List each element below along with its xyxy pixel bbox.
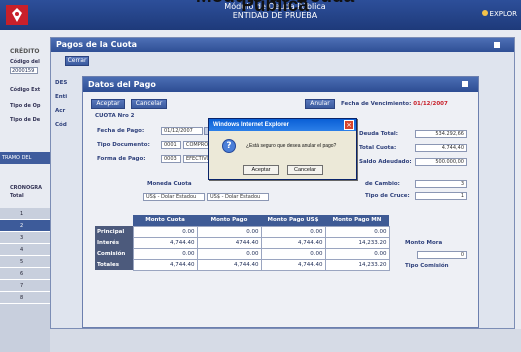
table-cell: 14,233.20 bbox=[324, 258, 390, 271]
moneda-cuota-select[interactable]: US$ - Dolar Estadou bbox=[143, 193, 205, 201]
app-title-overlay: Módulo de Deuda Pública bbox=[196, 0, 354, 16]
table-cell: 14,233.20 bbox=[324, 236, 390, 249]
fecha-pago-input[interactable]: 01/12/2007 bbox=[161, 127, 203, 135]
cronograma-label: CRONOGRA bbox=[10, 185, 43, 191]
acr-label: Acr bbox=[55, 108, 66, 114]
table-cell: 4,744.40 bbox=[132, 258, 198, 271]
user-icon bbox=[481, 10, 488, 16]
dialog-cancel-button[interactable]: Cancelar bbox=[287, 165, 323, 175]
table-row: Interés 4,744.40 4744.40 4,744.40 14,233… bbox=[95, 236, 390, 249]
fecha-vencimiento-label: Fecha de Vencimiento: 01/12/2007 bbox=[341, 101, 448, 107]
table-row: Principal 0.00 0.00 0.00 0.00 bbox=[95, 225, 390, 238]
total-cuota-label: Total Cuota: bbox=[359, 145, 397, 151]
row-label-principal: Principal bbox=[95, 226, 133, 237]
app-header: Módulo de Deuda Pública Módulo de Deuda … bbox=[0, 0, 521, 30]
grid-row[interactable]: 6 bbox=[0, 268, 50, 280]
saldo-adeudado-label: Saldo Adeudado: bbox=[359, 159, 412, 165]
table-row: Comisión 0.00 0.00 0.00 0.00 bbox=[95, 247, 390, 260]
table-cell: 0.00 bbox=[260, 225, 326, 238]
background-grid: 1 2 3 4 5 6 7 8 bbox=[0, 208, 50, 352]
dialog-title: Windows Internet Explorer bbox=[209, 119, 356, 131]
total-cuota-value: 4.744,40 bbox=[415, 144, 467, 152]
coat-of-arms-icon bbox=[6, 5, 28, 25]
tipo-documento-code[interactable]: 0001 bbox=[161, 141, 181, 149]
aceptar-button[interactable]: Aceptar bbox=[91, 99, 125, 109]
table-cell-input[interactable]: 0.00 bbox=[196, 247, 262, 260]
grid-row[interactable]: 3 bbox=[0, 232, 50, 244]
table-cell: 0.00 bbox=[260, 247, 326, 260]
codigo-input[interactable]: 2000159 bbox=[10, 67, 38, 74]
close-icon[interactable]: × bbox=[344, 120, 354, 130]
cancelar-button[interactable]: Cancelar bbox=[131, 99, 167, 109]
question-icon: ? bbox=[222, 139, 236, 153]
enti-label: Enti bbox=[55, 94, 68, 100]
grid-row[interactable]: 4 bbox=[0, 244, 50, 256]
cuota-label: CUOTA Nro 2 bbox=[95, 113, 135, 119]
user-label[interactable]: EXPLOR bbox=[481, 10, 517, 18]
cod-label: Cód bbox=[55, 122, 67, 128]
datos-window-title: Datos del Pago bbox=[83, 77, 478, 92]
table-cell: 4,744.40 bbox=[260, 258, 326, 271]
tipo-de-label: Tipo de De bbox=[10, 117, 41, 123]
cerrar-button[interactable]: Cerrar bbox=[65, 56, 89, 66]
moneda-pago-select[interactable]: US$ - Dolar Estadou bbox=[207, 193, 269, 201]
saldo-adeudado-value: 500.000,00 bbox=[415, 158, 467, 166]
deuda-total-label: Deuda Total: bbox=[359, 131, 398, 137]
pagos-close-icon[interactable] bbox=[494, 42, 500, 48]
credito-label: CRÉDITO bbox=[10, 48, 40, 55]
forma-pago-code[interactable]: 0003 bbox=[161, 155, 181, 163]
app-title: Módulo de Deuda Pública Módulo de Deuda … bbox=[160, 0, 390, 20]
dialog-accept-button[interactable]: Aceptar bbox=[243, 165, 279, 175]
table-cell: 0.00 bbox=[132, 225, 198, 238]
codigo-label: Código del bbox=[10, 59, 40, 65]
table-header: Monto Pago bbox=[197, 215, 261, 226]
table-corner bbox=[95, 215, 133, 226]
tipo-cruce-label: Tipo de Cruce: bbox=[365, 193, 410, 199]
tipo-cambio-input[interactable]: 3 bbox=[415, 180, 467, 188]
table-header: Monto Pago MN bbox=[325, 215, 389, 226]
tipo-documento-label: Tipo Documento: bbox=[97, 142, 150, 148]
datos-pago-window: Datos del Pago Aceptar Cancelar Anular F… bbox=[82, 76, 479, 328]
codigo-ext-label: Código Ext bbox=[10, 87, 41, 93]
grid-row[interactable]: 7 bbox=[0, 280, 50, 292]
grid-row[interactable]: 1 bbox=[0, 208, 50, 220]
grid-row[interactable]: 2 bbox=[0, 220, 50, 232]
tipo-cruce-input[interactable]: 1 bbox=[415, 192, 467, 200]
table-cell-input[interactable]: 0.00 bbox=[196, 225, 262, 238]
table-cell-input[interactable]: 4744.40 bbox=[196, 236, 262, 249]
tipo-comision-label: Tipo Comisión bbox=[405, 263, 449, 269]
pagos-window-title: Pagos de la Cuota bbox=[51, 38, 514, 52]
deuda-total-value: 534.292,66 bbox=[415, 130, 467, 138]
payment-table: Monto Cuota Monto Pago Monto Pago US$ Mo… bbox=[95, 215, 390, 271]
grid-row[interactable]: 5 bbox=[0, 256, 50, 268]
row-label-interes: Interés bbox=[95, 237, 133, 248]
datos-close-icon[interactable] bbox=[462, 81, 468, 87]
anular-button[interactable]: Anular bbox=[305, 99, 335, 109]
total-label: Total bbox=[10, 193, 24, 199]
moneda-cuota-label: Moneda Cuota bbox=[147, 181, 192, 187]
table-header: Monto Pago US$ bbox=[261, 215, 325, 226]
row-label-totales: Totales bbox=[95, 259, 133, 270]
monto-mora-input[interactable]: 0 bbox=[417, 251, 467, 259]
table-cell: 4,744.40 bbox=[260, 236, 326, 249]
dialog-message: ¿Está seguro que desea anular el pago? bbox=[246, 143, 337, 149]
table-cell: 0.00 bbox=[132, 247, 198, 260]
table-cell: 0.00 bbox=[324, 247, 390, 260]
forma-pago-label: Forma de Pago: bbox=[97, 156, 146, 162]
table-cell: 0.00 bbox=[324, 225, 390, 238]
tipo-op-label: Tipo de Op bbox=[10, 103, 41, 109]
table-row: Totales 4,744.40 4,744.40 4,744.40 14,23… bbox=[95, 258, 390, 271]
monto-mora-label: Monto Mora bbox=[405, 240, 443, 246]
grid-row[interactable]: 8 bbox=[0, 292, 50, 304]
tipo-cambio-label: de Cambio: bbox=[365, 181, 400, 187]
table-cell: 4,744.40 bbox=[132, 236, 198, 249]
des-label: DES bbox=[55, 80, 68, 86]
row-label-comision: Comisión bbox=[95, 248, 133, 259]
confirm-dialog: Windows Internet Explorer × ? ¿Está segu… bbox=[208, 118, 357, 180]
table-header: Monto Cuota bbox=[133, 215, 197, 226]
table-cell: 4,744.40 bbox=[196, 258, 262, 271]
fecha-vencimiento-value: 01/12/2007 bbox=[413, 101, 448, 107]
fecha-pago-label: Fecha de Pago: bbox=[97, 128, 145, 134]
